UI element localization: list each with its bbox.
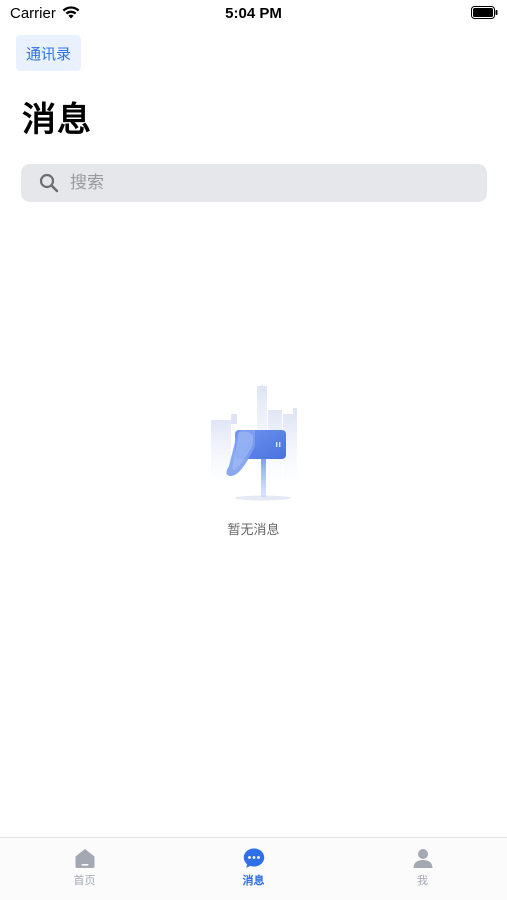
tab-home-label: 首页 [73, 874, 96, 887]
search-bar[interactable] [21, 164, 487, 202]
person-icon [413, 849, 432, 868]
home-icon [75, 849, 94, 868]
tab-messages[interactable]: 消息 [169, 838, 338, 900]
tab-me-label: 我 [417, 874, 428, 887]
battery-icon [471, 6, 498, 19]
tab-messages-label: 消息 [242, 874, 265, 887]
tab-home[interactable]: 首页 [0, 838, 169, 900]
tab-bar: 首页 消息 我 [0, 837, 507, 900]
tab-me[interactable]: 我 [338, 838, 507, 900]
status-bar: Carrier 5:04 PM [0, 0, 507, 28]
empty-state-text: 暂无消息 [227, 523, 280, 538]
search-icon [39, 173, 59, 193]
clock: 5:04 PM [225, 5, 282, 22]
messages-screen: Carrier 5:04 PM 通讯录 消息 搜索 暂无消息 首页 消息 我 [0, 0, 507, 900]
chat-icon [243, 848, 264, 868]
contacts-button[interactable]: 通讯录 [16, 35, 82, 71]
page-title: 消息 [22, 100, 92, 140]
empty-mailbox-illustration [211, 384, 297, 501]
search-input[interactable] [68, 172, 452, 194]
